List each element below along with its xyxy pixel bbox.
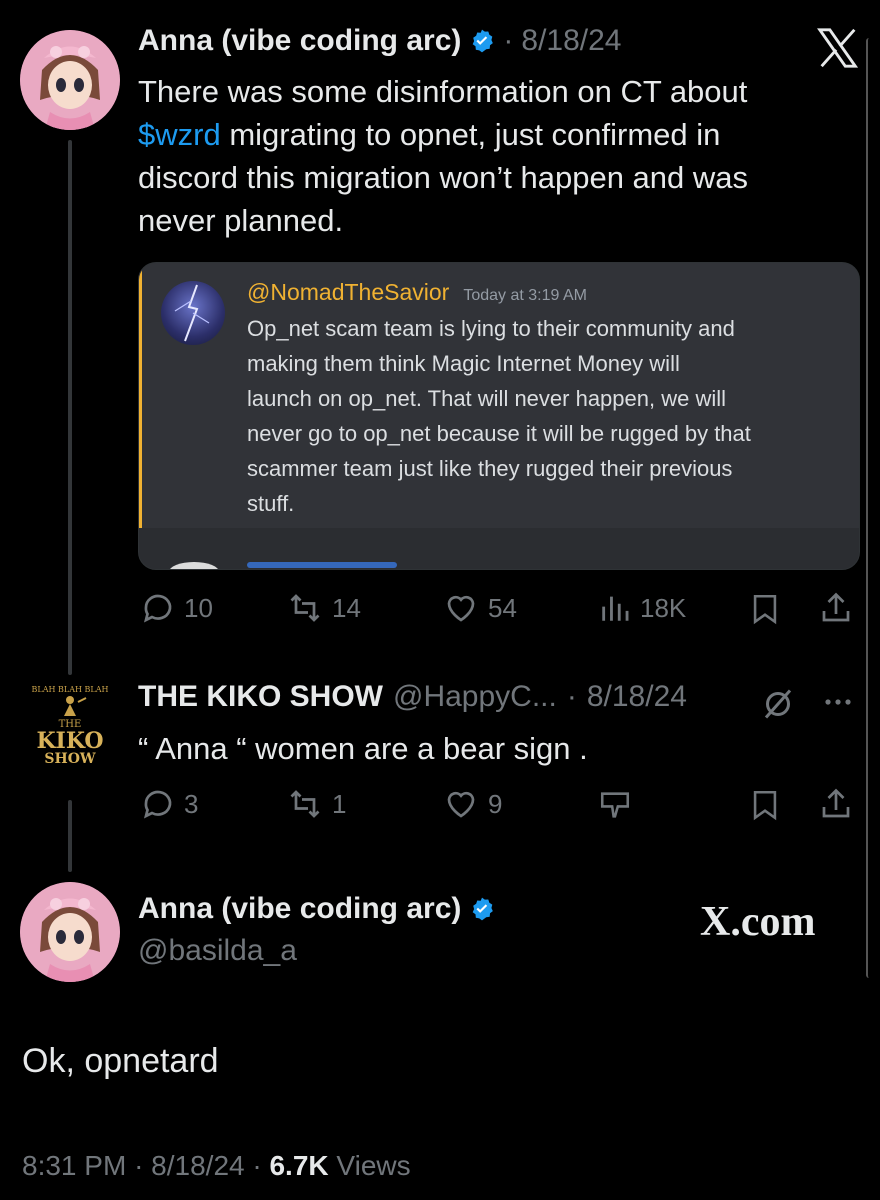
tweet-text-line: never planned. bbox=[138, 203, 344, 238]
bookmark-icon bbox=[753, 594, 777, 625]
dislike-button[interactable] bbox=[598, 788, 632, 827]
grok-icon[interactable] bbox=[760, 686, 796, 727]
repost-button[interactable]: 1 bbox=[286, 786, 346, 822]
tweet-text: Ok, opnetard bbox=[22, 1042, 219, 1080]
tweet2-header: THE KIKO SHOW @HappyC... · 8/18/24 bbox=[138, 680, 687, 714]
share-button[interactable] bbox=[818, 786, 854, 827]
discord-next-name bbox=[247, 562, 397, 568]
anna-avatar-icon bbox=[20, 882, 120, 982]
thumbs-down-icon bbox=[600, 792, 630, 818]
share-icon bbox=[822, 788, 850, 818]
tweet-date[interactable]: 8/18/24 bbox=[587, 680, 687, 714]
discord-line: scammer team just like they rugged their… bbox=[247, 456, 733, 481]
lightning-icon bbox=[174, 284, 210, 342]
repost-icon bbox=[290, 594, 320, 622]
repost-icon bbox=[290, 790, 320, 818]
tweet1-header: Anna (vibe coding arc) · 8/18/24 bbox=[138, 24, 621, 58]
verified-badge-icon bbox=[473, 897, 494, 921]
like-button[interactable]: 9 bbox=[442, 786, 502, 822]
verified-badge-icon bbox=[473, 29, 494, 53]
bookmark-button[interactable] bbox=[748, 592, 782, 631]
scrollbar[interactable] bbox=[866, 38, 874, 978]
bookmark-icon bbox=[753, 790, 777, 821]
heart-icon bbox=[447, 595, 475, 622]
tweet-date[interactable]: 8/18/24 bbox=[151, 1150, 244, 1181]
discord-header: @NomadTheSavior Today at 3:19 AM bbox=[247, 279, 587, 306]
discord-line: launch on op_net. That will never happen… bbox=[247, 386, 727, 411]
reply-button[interactable]: 10 bbox=[140, 590, 213, 626]
reply-count: 3 bbox=[184, 788, 199, 819]
views-label: Views bbox=[336, 1150, 411, 1181]
thread-line bbox=[68, 140, 72, 675]
discord-avatar bbox=[161, 281, 225, 345]
discord-line: never go to op_net because it will be ru… bbox=[247, 421, 751, 446]
discord-line: making them think Magic Internet Money w… bbox=[247, 351, 680, 376]
repost-count: 14 bbox=[332, 592, 361, 623]
discord-message: Op_net scam team is lying to their commu… bbox=[247, 311, 847, 521]
like-count: 54 bbox=[488, 592, 517, 623]
thread-line bbox=[68, 800, 72, 872]
tweet-text-line: discord this migration won’t happen and … bbox=[138, 160, 749, 195]
reply-icon bbox=[143, 790, 172, 819]
reply-count: 10 bbox=[184, 592, 213, 623]
like-count: 9 bbox=[488, 788, 503, 819]
share-button[interactable] bbox=[818, 590, 854, 631]
anna-avatar-icon bbox=[20, 30, 120, 130]
repost-count: 1 bbox=[332, 788, 347, 819]
author-name[interactable]: Anna (vibe coding arc) bbox=[138, 892, 461, 926]
discord-timestamp: Today at 3:19 AM bbox=[463, 287, 587, 304]
author-name[interactable]: THE KIKO SHOW bbox=[138, 680, 383, 714]
author-handle[interactable]: @basilda_a bbox=[138, 934, 297, 968]
bookmark-button[interactable] bbox=[748, 788, 782, 827]
tweet-text-line: There was some disinformation on CT abou… bbox=[138, 74, 748, 109]
tweet-meta: 8:31 PM · 8/18/24 · 6.7K Views bbox=[22, 1150, 411, 1182]
cashtag-link[interactable]: $wzrd bbox=[138, 117, 221, 152]
avatar[interactable] bbox=[20, 882, 120, 982]
discord-next-message-strip bbox=[139, 528, 859, 569]
tweet-text-line: $wzrd migrating to opnet, just confirmed… bbox=[138, 117, 721, 152]
views-count: 18K bbox=[640, 592, 687, 623]
dot-separator: · bbox=[134, 1150, 152, 1181]
tweet-date[interactable]: 8/18/24 bbox=[521, 24, 621, 58]
discord-username: @NomadTheSavior bbox=[247, 279, 450, 305]
tweet3-header: Anna (vibe coding arc) bbox=[138, 892, 495, 926]
dot-separator: · bbox=[503, 24, 514, 57]
kiko-show-avatar[interactable]: BLAH BLAH BLAH THE KIKO SHOW bbox=[20, 684, 120, 784]
avatar[interactable] bbox=[20, 30, 120, 130]
microphone-figure-icon bbox=[64, 696, 87, 716]
more-options-icon[interactable] bbox=[820, 690, 856, 719]
views-button[interactable]: 18K bbox=[598, 590, 686, 626]
views-chart-icon bbox=[602, 596, 629, 621]
reply-button[interactable]: 3 bbox=[140, 786, 198, 822]
tweet-time[interactable]: 8:31 PM bbox=[22, 1150, 126, 1181]
embedded-image[interactable]: @NomadTheSavior Today at 3:19 AM Op_net … bbox=[138, 262, 860, 570]
dot-separator: · bbox=[252, 1150, 270, 1181]
avatar-show-text: SHOW bbox=[44, 751, 96, 767]
repost-button[interactable]: 14 bbox=[286, 590, 361, 626]
discord-line: Op_net scam team is lying to their commu… bbox=[247, 316, 735, 341]
avatar-blah-text: BLAH BLAH BLAH bbox=[31, 685, 109, 694]
discord-next-avatar bbox=[169, 562, 219, 569]
x-com-watermark: X.com bbox=[700, 899, 816, 945]
reply-icon bbox=[143, 594, 172, 623]
discord-quote-bar bbox=[139, 263, 142, 528]
tweet-text: “ Anna “ women are a bear sign . bbox=[138, 731, 588, 766]
tweet-text: There was some disinformation on CT abou… bbox=[138, 70, 838, 242]
like-button[interactable]: 54 bbox=[442, 590, 517, 626]
share-icon bbox=[822, 592, 850, 622]
x-logo-icon[interactable] bbox=[816, 28, 860, 73]
author-name[interactable]: Anna (vibe coding arc) bbox=[138, 24, 461, 58]
heart-icon bbox=[447, 791, 475, 818]
avatar-kiko-text: KIKO bbox=[36, 728, 104, 754]
discord-line: stuff. bbox=[247, 491, 295, 516]
author-handle[interactable]: @HappyC... bbox=[393, 680, 557, 714]
views-count[interactable]: 6.7K bbox=[269, 1150, 328, 1181]
dot-separator: · bbox=[566, 680, 577, 713]
